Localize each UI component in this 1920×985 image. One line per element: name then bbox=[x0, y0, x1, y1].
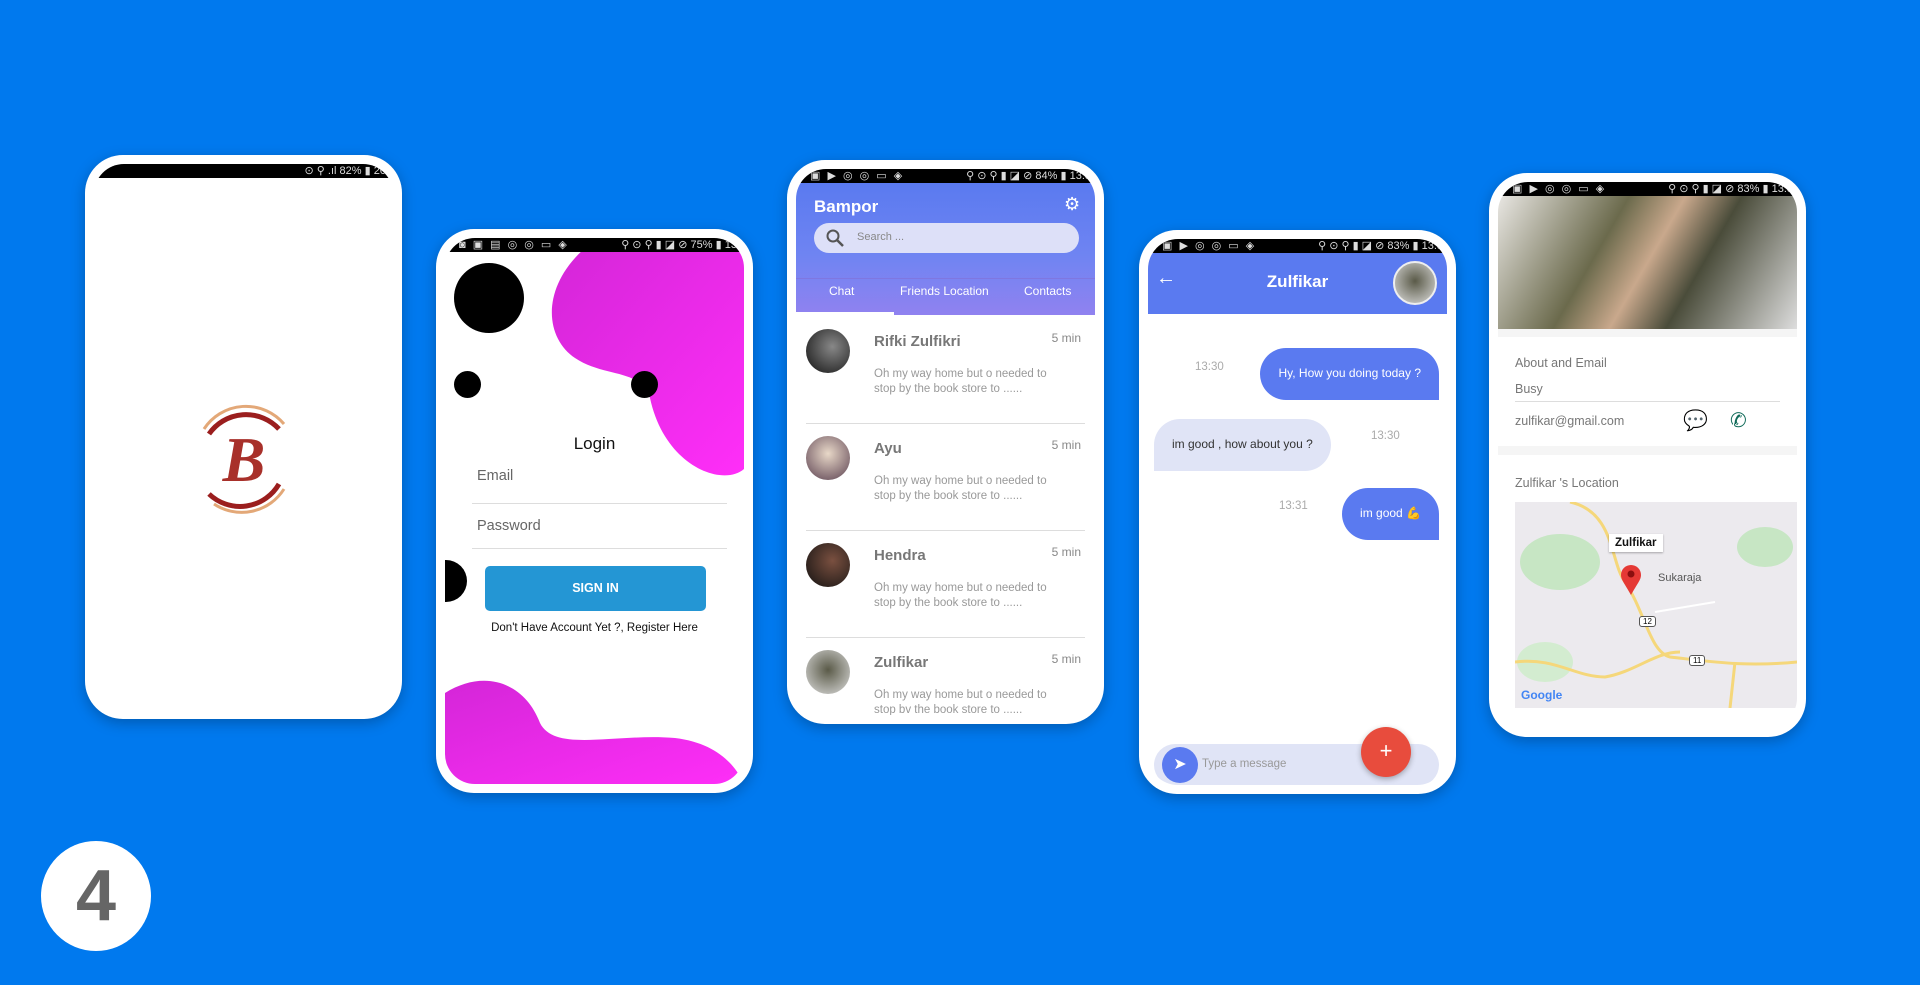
message-time: 13:31 bbox=[1279, 500, 1308, 512]
message-time: 13:30 bbox=[1371, 430, 1400, 442]
password-field[interactable]: Password bbox=[472, 504, 727, 549]
profile-phone: ▣ ▶ ◎ ◎ ▭ ◈ ⚲ ⊙ ⚲ ▮ ◪ ⊘ 83% ▮ 13:3 About … bbox=[1489, 173, 1806, 737]
message-time: 13:30 bbox=[1195, 361, 1224, 373]
decor-circle bbox=[454, 263, 524, 333]
decor-circle bbox=[454, 371, 481, 398]
decor-circle bbox=[445, 560, 467, 602]
status-bar: ▣ ▶ ◎ ◎ ▭ ◈ ⚲ ⊙ ⚲ ▮ ◪ ⊘ 84% ▮ 13:3 bbox=[796, 169, 1095, 183]
chat-list-item[interactable]: Ayu 5 min Oh my way home but o needed to s… bbox=[796, 424, 1095, 531]
google-logo: Google bbox=[1521, 688, 1563, 702]
map-pin-icon[interactable] bbox=[1620, 564, 1642, 596]
road-shield: 12 bbox=[1639, 616, 1656, 627]
login-title: Login bbox=[573, 434, 616, 453]
splash-phone: ⊙ ⚲ .ıl 82% ▮ 20: B bbox=[85, 155, 402, 719]
location-map[interactable]: Zulfikar Sukaraja 12 11 Google bbox=[1515, 502, 1797, 708]
road-shield: 11 bbox=[1689, 655, 1706, 666]
message-placeholder: Type a message bbox=[1202, 758, 1287, 770]
avatar bbox=[806, 436, 850, 480]
profile-photo bbox=[1498, 196, 1797, 329]
chatlist-phone: ▣ ▶ ◎ ◎ ▭ ◈ ⚲ ⊙ ⚲ ▮ ◪ ⊘ 84% ▮ 13:3 Bampor… bbox=[787, 160, 1104, 724]
map-place-label: Sukaraja bbox=[1658, 572, 1702, 584]
email-text: zulfikar@gmail.com bbox=[1515, 414, 1625, 428]
login-phone: ◙ ▣ ▤ ◎ ◎ ▭ ◈ ⚲ ⊙ ⚲ ▮ ◪ ⊘ 75% ▮ 13: Login… bbox=[436, 229, 753, 793]
status-bar: ⊙ ⚲ .ıl 82% ▮ 20: bbox=[94, 164, 393, 178]
status-bar: ▣ ▶ ◎ ◎ ▭ ◈ ⚲ ⊙ ⚲ ▮ ◪ ⊘ 83% ▮ 13:3 bbox=[1498, 182, 1797, 196]
tab-chat[interactable]: Chat bbox=[829, 284, 854, 298]
search-placeholder: Search ... bbox=[857, 231, 905, 243]
chat-phone: ▣ ▶ ◎ ◎ ▭ ◈ ⚲ ⊙ ⚲ ▮ ◪ ⊘ 83% ▮ 13:3 ← Zulf… bbox=[1139, 230, 1456, 794]
map-roads bbox=[1515, 502, 1797, 708]
avatar bbox=[806, 650, 850, 694]
avatar bbox=[806, 329, 850, 373]
phone-icon[interactable]: ✆ bbox=[1730, 408, 1747, 433]
chat-list-item[interactable]: Rifki Zulfikri 5 min Oh my way home but o … bbox=[796, 317, 1095, 424]
settings-gear-icon[interactable]: ⚙ bbox=[1064, 194, 1080, 215]
status-text: ⊙ ⚲ .ıl 82% ▮ 20: bbox=[304, 165, 389, 177]
about-status: Busy bbox=[1515, 382, 1543, 396]
chat-list-item[interactable]: Zulfikar 5 min Oh my way home but o needed… bbox=[796, 638, 1095, 715]
message-bubble-received: im good , how about you ? bbox=[1154, 419, 1331, 471]
search-input[interactable]: Search ... bbox=[814, 223, 1079, 253]
chat-header: ← Zulfikar bbox=[1148, 253, 1447, 314]
sign-in-button[interactable]: SIGN IN bbox=[485, 566, 706, 611]
map-marker-label: Zulfikar bbox=[1609, 534, 1663, 552]
contact-avatar[interactable] bbox=[1393, 261, 1437, 305]
tab-indicator bbox=[796, 312, 894, 315]
add-fab-button[interactable]: + bbox=[1361, 727, 1411, 777]
about-label: About and Email bbox=[1515, 356, 1607, 370]
chat-list-item[interactable]: Hendra 5 min Oh my way home but o needed t… bbox=[796, 531, 1095, 638]
search-icon bbox=[826, 229, 844, 247]
chat-bubble-icon[interactable]: 💬 bbox=[1683, 408, 1708, 433]
message-bubble-sent: Hy, How you doing today ? bbox=[1260, 348, 1439, 400]
app-logo: B bbox=[202, 404, 286, 514]
email-field[interactable]: Email bbox=[472, 460, 727, 504]
location-label: Zulfikar 's Location bbox=[1515, 476, 1619, 490]
avatar bbox=[806, 543, 850, 587]
tab-friends-location[interactable]: Friends Location bbox=[900, 284, 989, 298]
status-bar: ◙ ▣ ▤ ◎ ◎ ▭ ◈ ⚲ ⊙ ⚲ ▮ ◪ ⊘ 75% ▮ 13: bbox=[445, 238, 744, 252]
step-number-badge: 4 bbox=[41, 841, 151, 951]
status-bar: ▣ ▶ ◎ ◎ ▭ ◈ ⚲ ⊙ ⚲ ▮ ◪ ⊘ 83% ▮ 13:3 bbox=[1148, 239, 1447, 253]
tab-contacts[interactable]: Contacts bbox=[1024, 284, 1071, 298]
app-title: Bampor bbox=[814, 197, 879, 216]
magenta-blob-bottom bbox=[445, 680, 744, 784]
svg-text:B: B bbox=[222, 424, 266, 495]
message-bubble-sent: im good 💪 bbox=[1342, 488, 1439, 540]
send-icon[interactable]: ➤ bbox=[1162, 747, 1198, 783]
decor-circle bbox=[631, 371, 658, 398]
register-link[interactable]: Don't Have Account Yet ?, Register Here bbox=[445, 622, 744, 634]
